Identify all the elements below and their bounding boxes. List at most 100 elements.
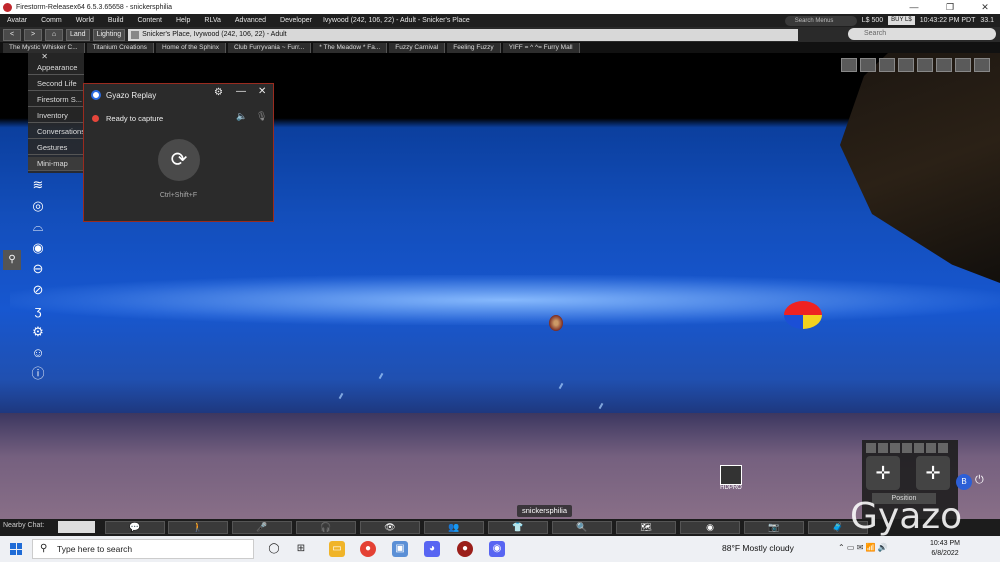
voice-mic-icon[interactable]: 🎤 (232, 521, 292, 534)
hud-thumbnail[interactable] (936, 58, 952, 72)
system-tray-icons[interactable]: ⌃ ▭ ✉ 📶 🔊 (838, 543, 888, 552)
movement-joystick[interactable]: ✛ (866, 456, 900, 490)
help-icon[interactable] (938, 443, 948, 453)
favorite-item[interactable]: Titanium Creations (86, 42, 154, 53)
buy-currency-button[interactable]: BUY L$ (888, 16, 915, 25)
maximize-button[interactable]: ❐ (936, 0, 964, 14)
view-eye-icon[interactable]: 👁 (360, 521, 420, 534)
weather-widget[interactable]: 88°F Mostly cloudy (722, 543, 794, 553)
settings-gear-icon[interactable]: ⚙ (214, 87, 223, 98)
search-field[interactable]: Search (848, 28, 996, 40)
camera-joystick[interactable]: ✛ (916, 456, 950, 490)
lighting-button[interactable]: Lighting (92, 28, 126, 41)
chat-input[interactable] (58, 521, 95, 533)
windows-start-icon[interactable] (10, 543, 22, 555)
search-menus-input[interactable]: Search Menus (784, 15, 857, 26)
file-explorer-icon[interactable]: ▭ (329, 541, 345, 557)
headphones-icon[interactable]: 🎧 (296, 521, 356, 534)
menu-developer[interactable]: Developer (273, 17, 319, 24)
avatar-figure[interactable] (549, 315, 563, 331)
task-view-icon[interactable]: ◯ (266, 541, 282, 557)
mic-muted-icon[interactable]: 🎙 (256, 111, 267, 122)
hud-thumbnail[interactable] (898, 58, 914, 72)
app-icon[interactable]: ▣ (392, 541, 408, 557)
sidebar-item-minimap[interactable]: Mini-map (28, 157, 84, 171)
widgets-icon[interactable]: ⊞ (293, 541, 309, 557)
info-icon[interactable]: ⓘ (29, 365, 47, 383)
minimize-button[interactable]: — (900, 0, 928, 14)
favorite-item[interactable]: Feeling Fuzzy (447, 42, 501, 53)
menu-build[interactable]: Build (101, 17, 131, 24)
gamepad-icon[interactable]: ◉ (489, 541, 505, 557)
favorite-item[interactable]: * The Meadow * Fa... (313, 42, 388, 53)
forward-button[interactable]: > (24, 28, 42, 41)
map-pin-icon[interactable]: ⚲ (3, 250, 21, 270)
walk-icon[interactable] (878, 443, 888, 453)
map-icon[interactable]: 🗺 (616, 521, 676, 534)
menu-rlva[interactable]: RLVa (197, 17, 227, 24)
b-button[interactable]: B (956, 474, 972, 490)
goggles-icon[interactable]: ◎ (29, 197, 47, 215)
home-icon[interactable]: ⌂ (45, 28, 63, 41)
taskbar-search-box[interactable]: ⚲ Type here to search (32, 539, 254, 559)
hud-thumbnail[interactable] (917, 58, 933, 72)
favorite-item[interactable]: The Mystic Whisker C... (3, 42, 85, 53)
back-button[interactable]: < (3, 28, 21, 41)
beach-ball[interactable] (784, 301, 822, 329)
menu-avatar[interactable]: Avatar (0, 17, 34, 24)
hud-thumbnail[interactable] (841, 58, 857, 72)
sidebar-item-gestures[interactable]: Gestures (28, 141, 84, 155)
favorite-item[interactable]: Fuzzy Carnival (389, 42, 446, 53)
menu-comm[interactable]: Comm (34, 17, 69, 24)
hud-thumbnail[interactable] (974, 58, 990, 72)
fly-icon[interactable] (902, 443, 912, 453)
firestorm-icon[interactable]: ● (457, 541, 473, 557)
gear-icon[interactable]: ⚙ (29, 323, 47, 341)
sidebar-item-inventory[interactable]: Inventory (28, 109, 84, 123)
face-icon[interactable]: ☺ (29, 344, 47, 362)
minimize-icon[interactable]: — (236, 86, 246, 97)
replay-capture-button[interactable]: ⟳ (158, 139, 200, 181)
taskbar-clock[interactable]: 10:43 PM 6/8/2022 (925, 539, 965, 559)
hair-icon[interactable]: ≋ (29, 176, 47, 194)
favorite-item[interactable]: Club Furryvania ~ Furr... (228, 42, 312, 53)
ear-alt-icon[interactable]: ʒ (29, 302, 47, 320)
close-icon[interactable]: ✕ (258, 86, 266, 97)
people-icon[interactable]: 👥 (424, 521, 484, 534)
favorite-item[interactable]: YIFF = ^ ^= Furry Mall (502, 42, 580, 53)
sidebar-item-second-life[interactable]: Second Life (28, 77, 84, 91)
sit-icon[interactable] (866, 443, 876, 453)
chrome-icon[interactable]: ● (360, 541, 376, 557)
speaker-icon[interactable]: 🔈 (236, 111, 247, 122)
snapshot-camera-icon[interactable]: 📷 (744, 521, 804, 534)
menu-world[interactable]: World (69, 17, 101, 24)
parcel-info-icon[interactable] (131, 30, 140, 39)
land-button[interactable]: Land (66, 28, 90, 41)
discord-icon[interactable]: ◕ (424, 541, 440, 557)
sidebar-item-appearance[interactable]: Appearance (28, 61, 84, 75)
menu-advanced[interactable]: Advanced (228, 17, 273, 24)
appearance-shirt-icon[interactable]: 👕 (488, 521, 548, 534)
eyelash-icon[interactable]: ⌓ (29, 218, 47, 236)
hud-thumbnail[interactable] (860, 58, 876, 72)
location-bar[interactable]: Snicker's Place, Ivywood (242, 106, 22) … (128, 28, 799, 41)
camera-icon[interactable] (914, 443, 924, 453)
ear-icon[interactable]: ⊘ (29, 281, 47, 299)
hud-thumbnail[interactable] (879, 58, 895, 72)
sidebar-item-firestorm[interactable]: Firestorm S... (28, 93, 84, 107)
walk-icon[interactable]: 🚶 (168, 521, 228, 534)
menu-content[interactable]: Content (130, 17, 169, 24)
close-icon[interactable]: ✕ (41, 52, 48, 61)
eye-icon[interactable]: ◉ (29, 239, 47, 257)
reset-icon[interactable] (926, 443, 936, 453)
hud-thumbnail[interactable] (955, 58, 971, 72)
hdpro-hud[interactable]: HDPRO (718, 465, 744, 491)
favorite-item[interactable]: Home of the Sphinx (155, 42, 227, 53)
sidebar-item-conversations[interactable]: Conversations (28, 125, 84, 139)
chat-bubble-icon[interactable]: 💬 (105, 521, 165, 534)
search-icon[interactable]: 🔍 (552, 521, 612, 534)
close-window-button[interactable]: ✕ (971, 0, 999, 14)
run-icon[interactable] (890, 443, 900, 453)
power-icon[interactable]: ⏻ (975, 474, 984, 487)
lips-icon[interactable]: ⊖ (29, 260, 47, 278)
